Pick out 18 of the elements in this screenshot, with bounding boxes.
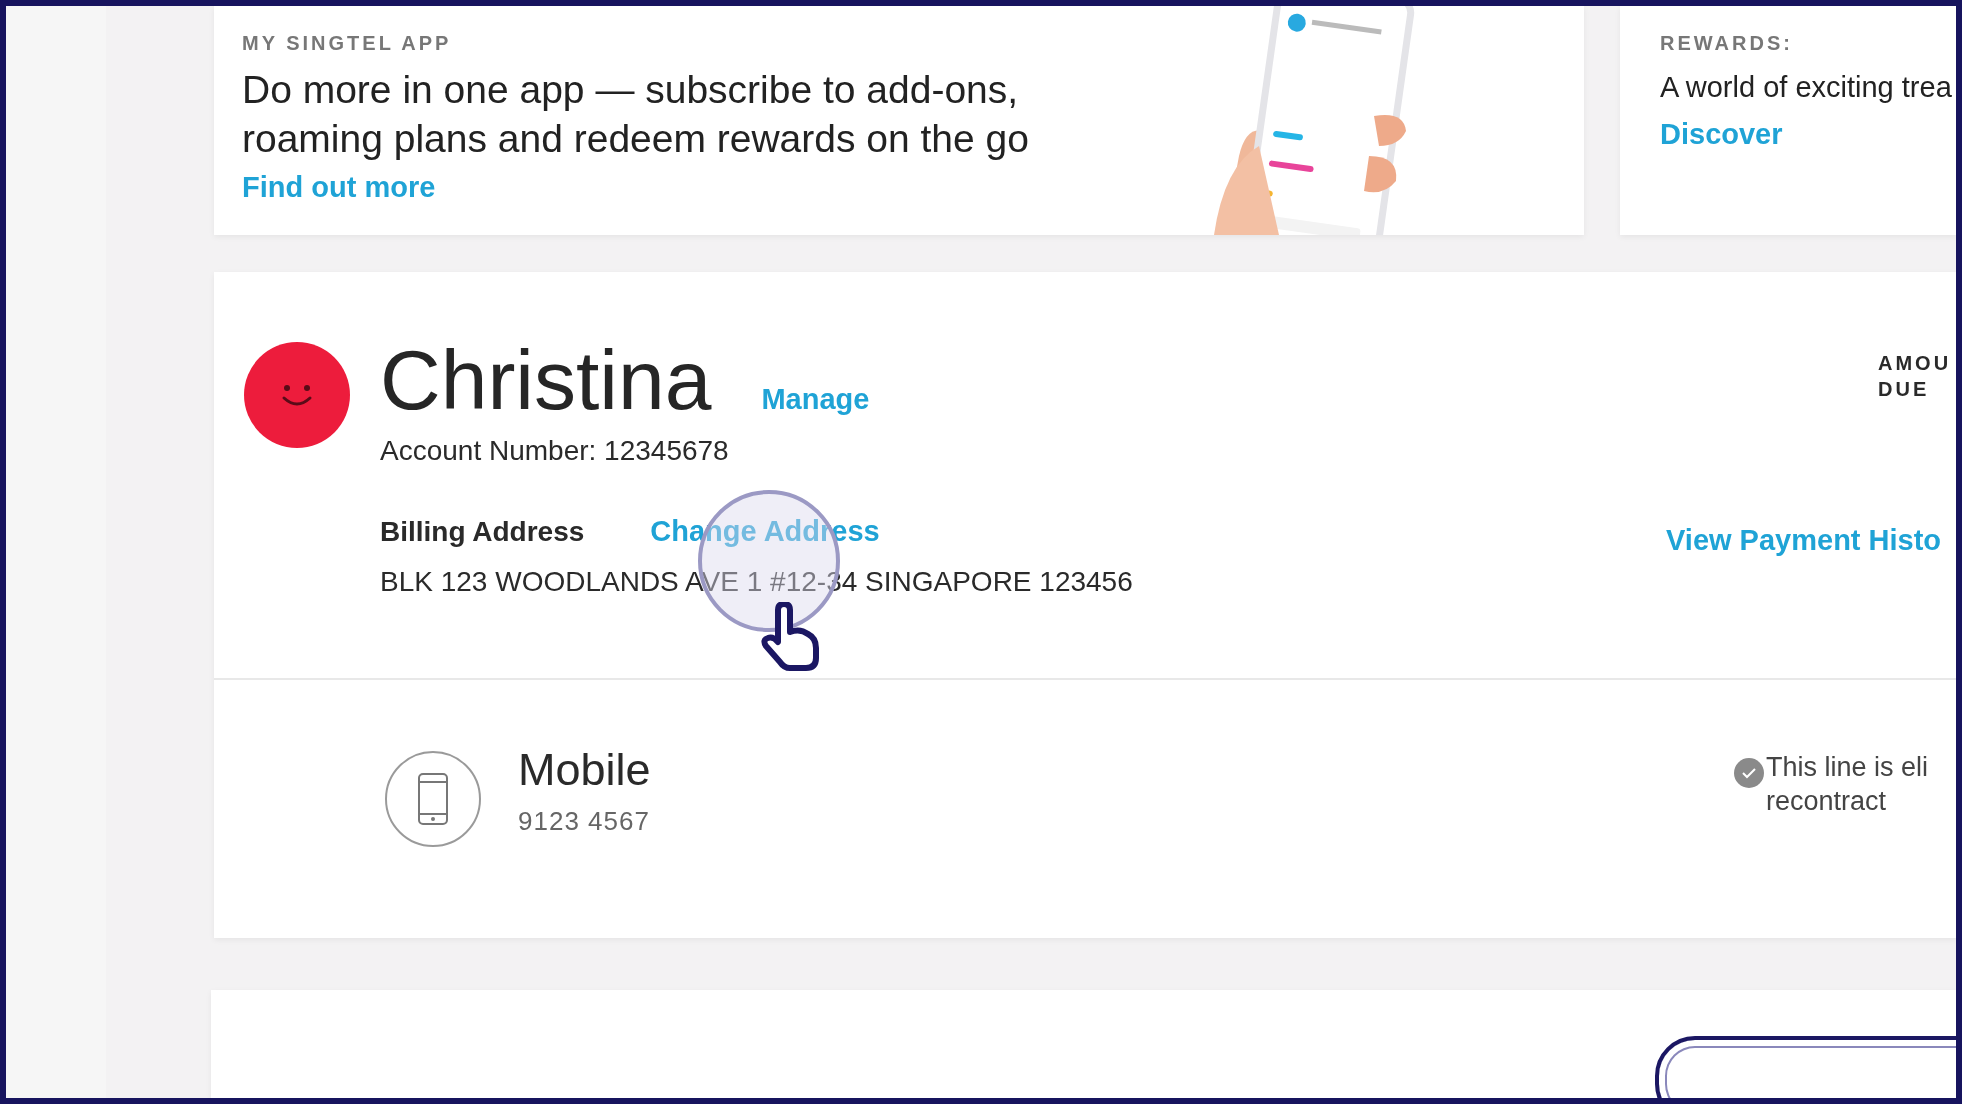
billing-address-label: Billing Address [380, 516, 585, 548]
amount-due-label: AMOU DUE [1878, 351, 1952, 402]
eyebrow-label: MY SINGTEL APP [242, 32, 452, 55]
line-type: Mobile [518, 744, 651, 796]
manage-link[interactable]: Manage [761, 383, 870, 416]
account-number: Account Number: 12345678 [380, 435, 729, 467]
eyebrow-label: REWARDS: [1660, 32, 1793, 55]
rewards-text: A world of exciting trea [1660, 71, 1952, 104]
discover-link[interactable]: Discover [1660, 118, 1783, 151]
mobile-phone-icon [384, 750, 482, 848]
line-number: 9123 4567 [518, 806, 651, 837]
find-out-more-link[interactable]: Find out more [242, 171, 436, 204]
smiley-avatar-icon [244, 342, 350, 448]
customer-name: Christina [380, 332, 712, 429]
view-payment-history-link[interactable]: View Payment Histo [1666, 524, 1942, 557]
hand-cursor-icon [760, 602, 820, 672]
eligibility-text: This line is eli recontract [1766, 751, 1929, 818]
headline: Do more in one app — subscribe to add-ons, roaming plans and redeem rewards on the go [242, 67, 1029, 162]
